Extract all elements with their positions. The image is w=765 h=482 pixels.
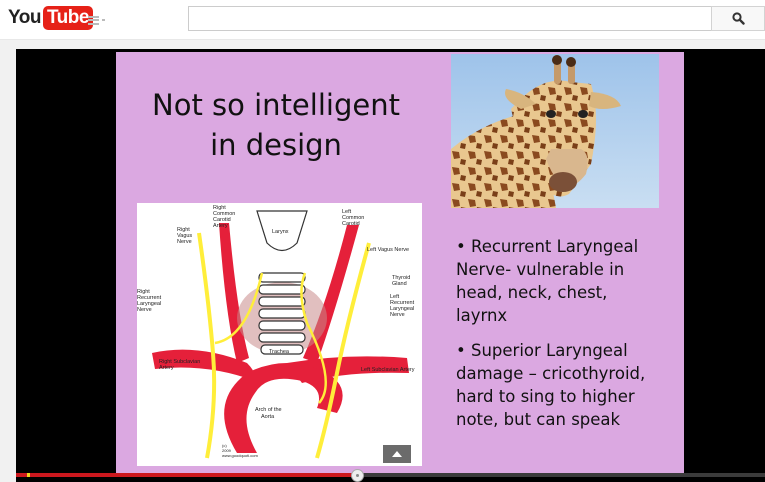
- menu-icon[interactable]: [88, 14, 106, 26]
- laryngeal-nerve-diagram: Right Common Carotid Artery Left Common Carot…: [137, 203, 422, 466]
- search-button[interactable]: [711, 6, 765, 31]
- annotation-toggle-button[interactable]: [383, 445, 411, 463]
- progress-bar[interactable]: [16, 469, 765, 482]
- svg-text:Left Subclavian Artery: Left Subclavian Artery: [361, 367, 415, 373]
- search-input[interactable]: [188, 6, 712, 31]
- giraffe-photo: [451, 54, 659, 208]
- svg-text:Trachea: Trachea: [269, 349, 290, 355]
- masthead: You Tube: [0, 0, 765, 40]
- bullet-superior-laryngeal: • Superior Laryngeal damage – cricothyro…: [456, 341, 646, 429]
- caret-up-icon: [392, 451, 402, 457]
- video-player[interactable]: Not so intelligent in design Right Commo…: [16, 49, 765, 482]
- svg-text:Larynx: Larynx: [272, 229, 289, 235]
- scrubber-handle[interactable]: [350, 469, 364, 482]
- logo-you-text: You: [8, 7, 41, 28]
- search-icon: [731, 12, 745, 25]
- youtube-logo[interactable]: You Tube: [8, 5, 93, 31]
- ad-marker: [27, 473, 30, 477]
- slide-title: Not so intelligent in design: [152, 88, 400, 162]
- slide-bullets: • Recurrent Laryngeal Nerve- vulnerable …: [456, 235, 681, 443]
- svg-text:Left Vagus Nerve: Left Vagus Nerve: [367, 247, 409, 253]
- logo-tube-text: Tube: [42, 6, 93, 30]
- video-frame-slide: Not so intelligent in design Right Commo…: [116, 52, 684, 476]
- progress-played: [16, 473, 357, 477]
- bullet-recurrent-laryngeal: • Recurrent Laryngeal Nerve- vulnerable …: [456, 237, 639, 325]
